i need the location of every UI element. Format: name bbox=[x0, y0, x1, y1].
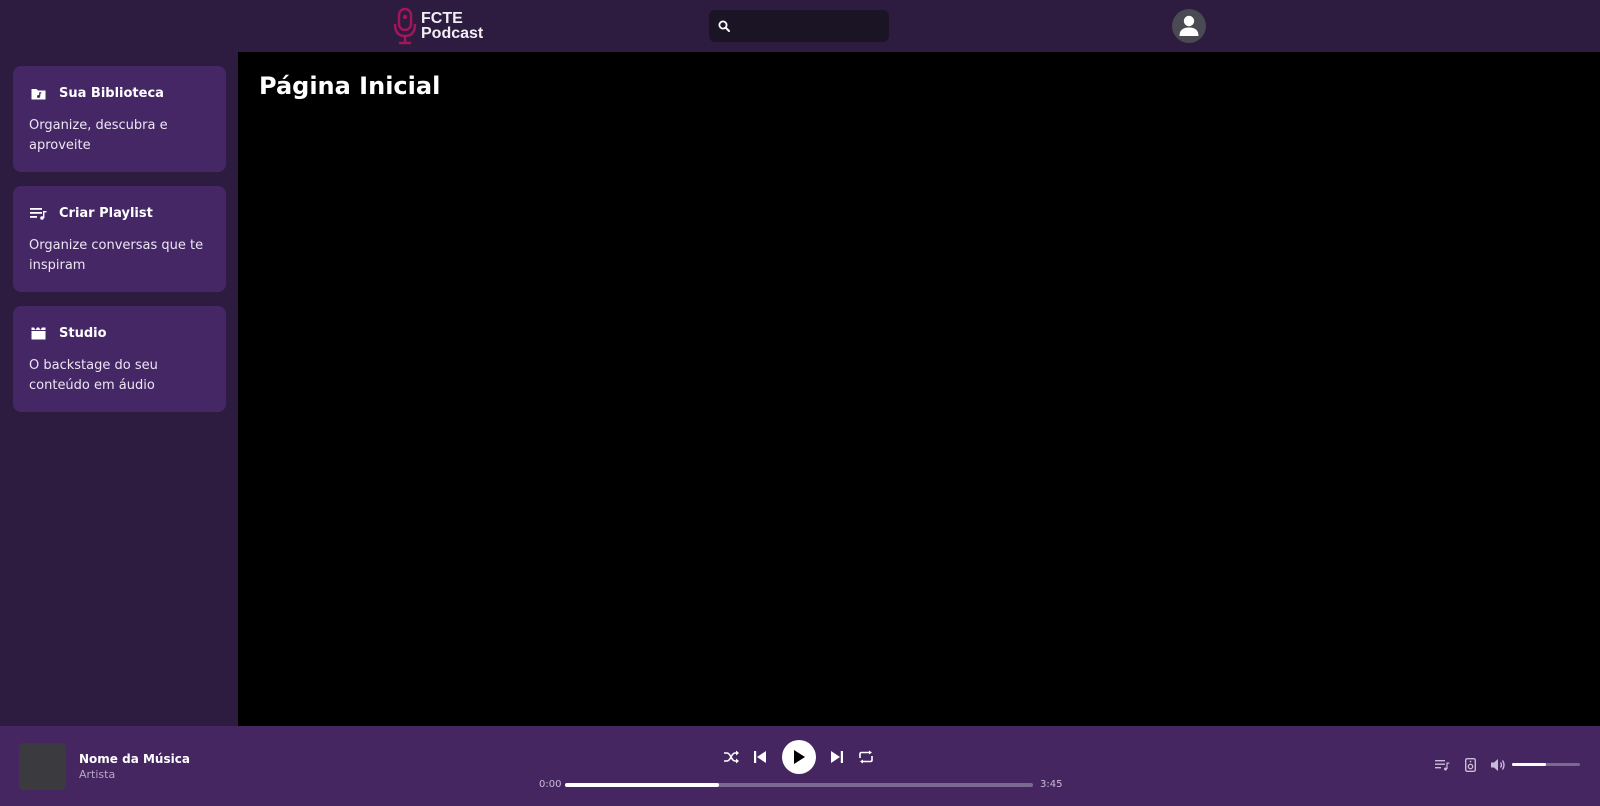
previous-icon bbox=[754, 751, 766, 763]
microphone-logo-icon bbox=[393, 7, 417, 45]
sidebar-item-header: Sua Biblioteca bbox=[29, 82, 210, 104]
sidebar-item-title: Criar Playlist bbox=[59, 205, 153, 221]
clapperboard-icon bbox=[29, 324, 47, 342]
playlist-add-icon bbox=[29, 204, 47, 222]
sidebar-item-description: O backstage do seu conteúdo em áudio bbox=[29, 358, 158, 393]
player-bar: Nome da Música Artista 0:00 3:45 bbox=[0, 726, 1600, 806]
search-box[interactable] bbox=[709, 10, 889, 42]
user-avatar-button[interactable] bbox=[1172, 9, 1206, 43]
logo-text: FCTE Podcast bbox=[421, 10, 484, 42]
sidebar-item-title: Sua Biblioteca bbox=[59, 85, 164, 101]
next-button[interactable] bbox=[828, 748, 846, 766]
progress-fill bbox=[565, 783, 720, 787]
next-icon bbox=[831, 751, 843, 763]
logo[interactable]: FCTE Podcast bbox=[392, 7, 483, 45]
main-content: Página Inicial bbox=[238, 52, 1600, 726]
sidebar: Sua Biblioteca Organize, descubra e apro… bbox=[0, 52, 238, 726]
library-icon bbox=[29, 84, 47, 102]
sidebar-item-studio[interactable]: Studio O backstage do seu conteúdo em áu… bbox=[13, 306, 226, 412]
sidebar-item-header: Criar Playlist bbox=[29, 202, 210, 224]
page-title: Página Inicial bbox=[259, 72, 441, 100]
sidebar-item-title: Studio bbox=[59, 325, 107, 341]
play-icon bbox=[794, 750, 805, 764]
volume-icon bbox=[1491, 759, 1505, 771]
volume-button[interactable] bbox=[1489, 757, 1507, 773]
queue-icon bbox=[1434, 760, 1449, 771]
shuffle-button[interactable] bbox=[721, 748, 741, 766]
total-time: 3:45 bbox=[1040, 779, 1063, 790]
device-button[interactable] bbox=[1462, 757, 1478, 773]
search-icon bbox=[718, 20, 730, 32]
logo-line-2: Podcast bbox=[421, 25, 484, 42]
volume-slider[interactable] bbox=[1512, 763, 1580, 766]
previous-button[interactable] bbox=[751, 748, 769, 766]
shuffle-icon bbox=[723, 750, 739, 764]
album-cover[interactable] bbox=[19, 743, 66, 790]
play-button[interactable] bbox=[782, 740, 816, 774]
sidebar-item-create-playlist[interactable]: Criar Playlist Organize conversas que te… bbox=[13, 186, 226, 292]
track-title[interactable]: Nome da Música bbox=[79, 752, 190, 766]
progress-bar[interactable] bbox=[565, 783, 1033, 787]
device-icon bbox=[1464, 758, 1476, 772]
user-icon bbox=[1179, 15, 1199, 36]
sidebar-item-library[interactable]: Sua Biblioteca Organize, descubra e apro… bbox=[13, 66, 226, 172]
track-artist[interactable]: Artista bbox=[79, 768, 115, 781]
repeat-button[interactable] bbox=[857, 748, 875, 766]
volume-fill bbox=[1512, 763, 1546, 766]
search-input[interactable] bbox=[738, 14, 878, 38]
top-bar: FCTE Podcast bbox=[0, 0, 1600, 52]
sidebar-item-header: Studio bbox=[29, 322, 210, 344]
logo-line-1: FCTE bbox=[421, 10, 463, 27]
sidebar-item-description: Organize conversas que te inspiram bbox=[29, 238, 204, 273]
queue-button[interactable] bbox=[1433, 757, 1451, 773]
repeat-icon bbox=[859, 750, 873, 764]
current-time: 0:00 bbox=[539, 779, 562, 790]
sidebar-item-description: Organize, descubra e aproveite bbox=[29, 118, 168, 153]
